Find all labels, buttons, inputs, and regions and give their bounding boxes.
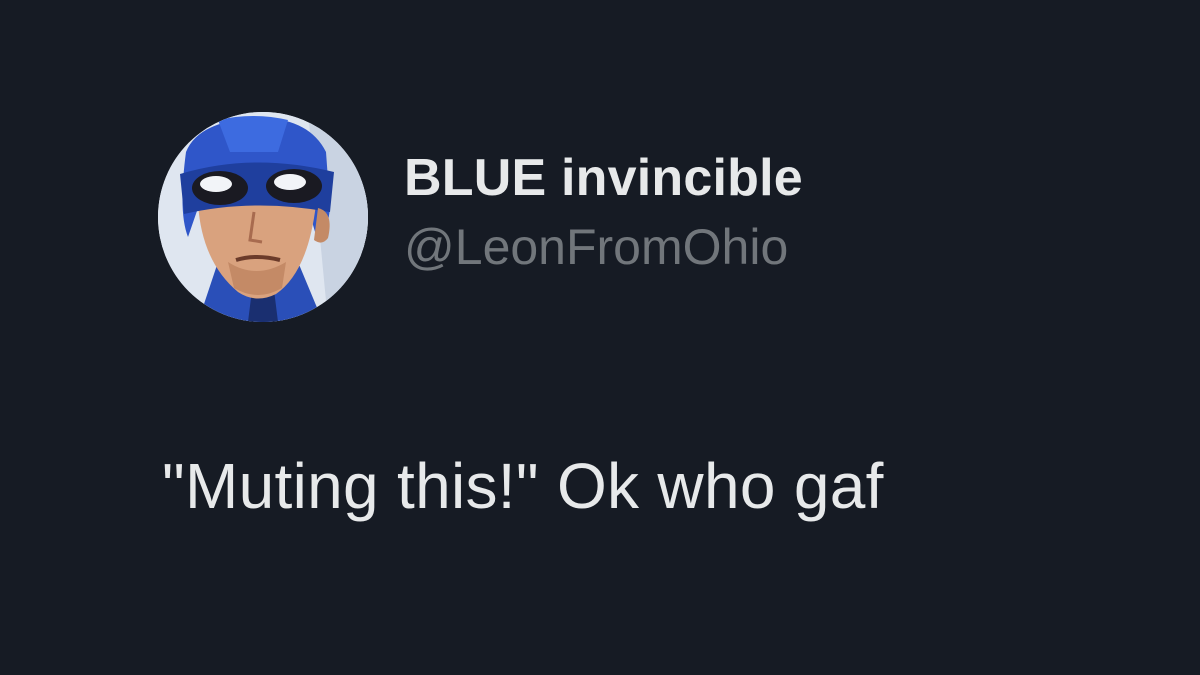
- author-identity: BLUE invincible @LeonFromOhio: [404, 149, 803, 277]
- tweet-card: BLUE invincible @LeonFromOhio "Muting th…: [0, 0, 1200, 675]
- tweet-text: "Muting this!" Ok who gaf: [162, 450, 884, 522]
- user-handle[interactable]: @LeonFromOhio: [404, 217, 803, 277]
- tweet-header: BLUE invincible @LeonFromOhio: [158, 112, 803, 322]
- display-name[interactable]: BLUE invincible: [404, 149, 803, 209]
- masked-hero-avatar-icon: [158, 112, 368, 322]
- avatar[interactable]: [158, 112, 368, 322]
